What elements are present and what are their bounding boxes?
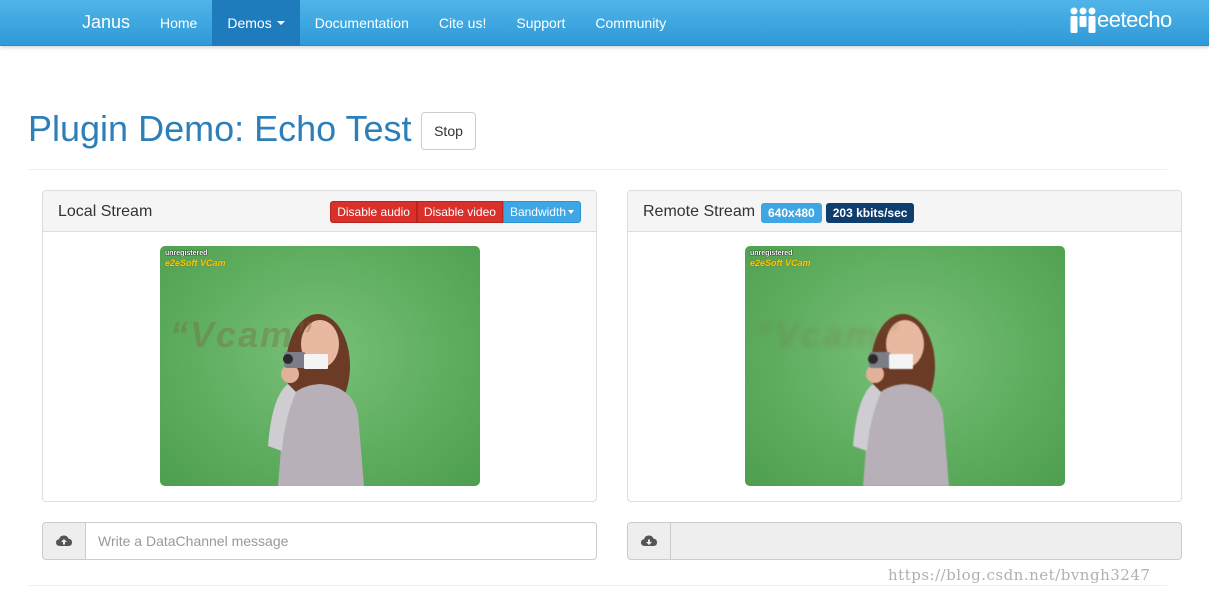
bitrate-badge: 203 kbits/sec <box>825 203 915 223</box>
nav-menu: Home Demos Documentation Cite us! Suppor… <box>145 0 681 46</box>
nav-cite-label: Cite us! <box>438 15 487 31</box>
disable-video-button[interactable]: Disable video <box>416 201 503 223</box>
cloud-upload-icon <box>42 522 86 560</box>
datachannel-receive-group <box>627 522 1182 560</box>
url-watermark: https://blog.csdn.net/bvngh3247 <box>888 566 1151 584</box>
local-stream-title: Local Stream <box>58 203 153 220</box>
bandwidth-label: Bandwidth <box>509 205 566 219</box>
remote-stream-panel: Remote Stream 640x480 203 kbits/sec “Vca… <box>627 190 1182 502</box>
stop-button[interactable]: Stop <box>421 112 476 150</box>
navbar: Janus Home Demos Documentation Cite us! … <box>0 0 1209 46</box>
divider <box>28 169 1167 170</box>
remote-stream-title: Remote Stream <box>643 203 756 220</box>
meetecho-m-icon <box>1070 7 1096 33</box>
nav-support[interactable]: Support <box>501 0 580 46</box>
caret-down-icon <box>276 21 285 25</box>
remote-video: “Vcam” unregistered e2eSoft VCam <box>745 246 1065 486</box>
nav-support-label: Support <box>516 15 566 31</box>
nav-home-label: Home <box>160 15 198 31</box>
video-person-image <box>268 314 364 486</box>
nav-community-label: Community <box>595 15 667 31</box>
datachannel-receive-field <box>671 522 1182 560</box>
local-stream-panel: Local Stream Disable audio Disable video… <box>42 190 597 502</box>
video-person-image <box>853 314 949 486</box>
nav-community[interactable]: Community <box>580 0 681 46</box>
bandwidth-dropdown[interactable]: Bandwidth <box>502 201 581 223</box>
resolution-badge: 640x480 <box>761 203 822 223</box>
logo-text: eetecho <box>1097 7 1172 32</box>
local-video: “Vcam” unregistered e2eSoft VCam <box>160 246 480 486</box>
cloud-download-icon <box>627 522 671 560</box>
vcam-watermark: “Vcam” <box>170 314 315 355</box>
nav-demos-label: Demos <box>227 15 272 31</box>
nav-documentation[interactable]: Documentation <box>300 0 424 46</box>
unregistered-label: unregistered <box>750 250 793 257</box>
page-title: Plugin Demo: Echo Test <box>28 108 412 149</box>
datachannel-send-group <box>42 522 597 560</box>
disable-audio-button[interactable]: Disable audio <box>330 201 417 223</box>
vcam-brand-label: e2eSoft VCam <box>165 258 226 268</box>
nav-home[interactable]: Home <box>145 0 212 46</box>
divider <box>28 585 1167 586</box>
vcam-brand-label: e2eSoft VCam <box>750 258 811 268</box>
nav-documentation-label: Documentation <box>314 15 409 31</box>
panel-heading: Local Stream Disable audio Disable video… <box>43 191 596 232</box>
unregistered-label: unregistered <box>165 250 208 257</box>
panel-heading: Remote Stream 640x480 203 kbits/sec <box>628 191 1181 232</box>
media-controls: Disable audio Disable video Bandwidth <box>330 201 581 223</box>
nav-cite-us[interactable]: Cite us! <box>424 0 501 46</box>
vcam-watermark: “Vcam” <box>755 314 900 355</box>
stream-stats: 640x480 203 kbits/sec <box>761 203 918 223</box>
brand-link[interactable]: Janus <box>82 12 130 33</box>
nav-demos-dropdown[interactable]: Demos <box>212 0 300 46</box>
meetecho-logo[interactable]: eetecho <box>1070 7 1172 33</box>
caret-down-icon <box>568 210 574 214</box>
datachannel-send-input[interactable] <box>86 522 597 560</box>
